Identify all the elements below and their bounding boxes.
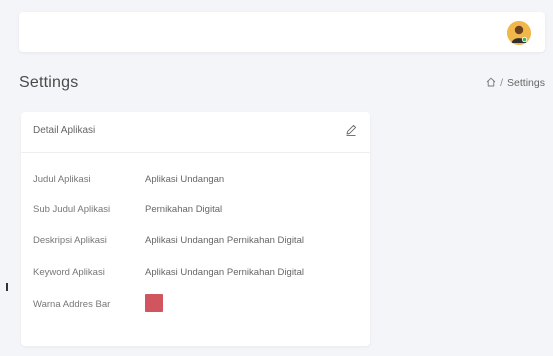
breadcrumb: / Settings — [486, 77, 545, 90]
detail-card: Detail Aplikasi Judul Aplikasi Aplikasi … — [21, 112, 370, 346]
detail-value: Aplikasi Undangan Pernikahan Digital — [145, 235, 304, 246]
scroll-marker — [6, 283, 8, 291]
top-navbar — [19, 12, 545, 52]
breadcrumb-current: Settings — [507, 77, 545, 89]
detail-value: Aplikasi Undangan Pernikahan Digital — [145, 267, 304, 278]
detail-value: Pernikahan Digital — [145, 204, 223, 215]
detail-label: Judul Aplikasi — [33, 174, 91, 185]
card-header: Detail Aplikasi — [21, 112, 370, 153]
breadcrumb-separator: / — [500, 77, 504, 89]
detail-label: Warna Addres Bar — [33, 299, 111, 310]
page-header: Settings / Settings — [19, 70, 545, 96]
address-bar-color-swatch — [145, 294, 163, 312]
user-avatar[interactable] — [507, 21, 531, 45]
detail-row-judul: Judul Aplikasi Aplikasi Undangan — [33, 174, 358, 190]
card-title: Detail Aplikasi — [33, 125, 96, 136]
detail-row-warna: Warna Addres Bar — [33, 294, 358, 315]
detail-row-keyword: Keyword Aplikasi Aplikasi Undangan Perni… — [33, 267, 358, 283]
detail-label: Sub Judul Aplikasi — [33, 204, 111, 215]
detail-row-deskripsi: Deskripsi Aplikasi Aplikasi Undangan Per… — [33, 235, 358, 251]
home-icon[interactable] — [486, 77, 496, 90]
detail-label: Deskripsi Aplikasi — [33, 235, 107, 246]
avatar-icon — [507, 21, 531, 45]
detail-label: Keyword Aplikasi — [33, 267, 105, 278]
detail-row-sub-judul: Sub Judul Aplikasi Pernikahan Digital — [33, 204, 358, 220]
pencil-icon[interactable] — [344, 123, 358, 137]
detail-value: Aplikasi Undangan — [145, 174, 225, 185]
page-title: Settings — [19, 74, 79, 91]
